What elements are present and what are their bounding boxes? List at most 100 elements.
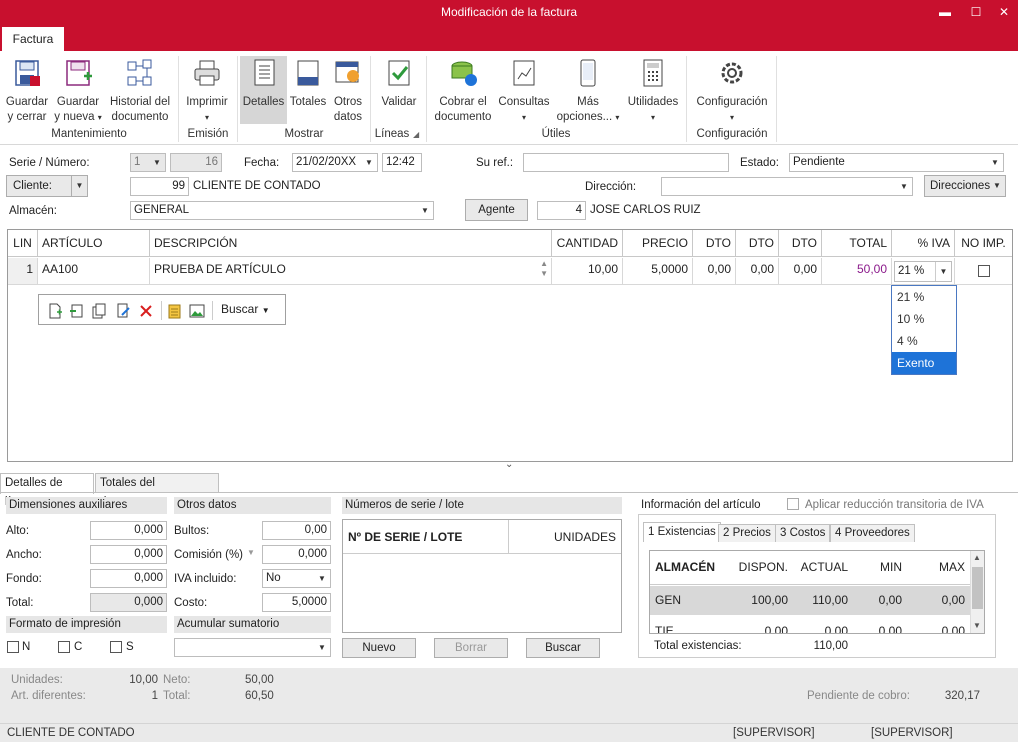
iva-option[interactable]: 4 % xyxy=(892,330,956,352)
accum-select[interactable]: ▼ xyxy=(174,638,331,657)
history-button[interactable]: Historial del documento xyxy=(107,58,173,125)
serials-col-number[interactable]: Nº DE SERIE / LOTE xyxy=(343,520,509,554)
iva-dropdown-list[interactable]: 21 % 10 % 4 % Exento xyxy=(891,285,957,375)
client-code-field[interactable]: 99 xyxy=(130,177,189,196)
notes-icon[interactable] xyxy=(167,303,183,319)
col-qty[interactable]: CANTIDAD xyxy=(552,230,623,257)
serial-new-button[interactable]: Nuevo xyxy=(342,638,416,658)
cell-dto2[interactable]: 0,00 xyxy=(736,258,779,285)
stock-col-current[interactable]: ACTUAL xyxy=(788,560,848,574)
col-no-imp[interactable]: NO IMP. xyxy=(955,230,1012,257)
queries-button[interactable]: Consultas ▾ xyxy=(497,58,551,125)
validate-button[interactable]: Validar xyxy=(377,58,421,110)
search-dropdown[interactable]: Buscar ▼ xyxy=(221,302,270,316)
agent-button[interactable]: Agente xyxy=(465,199,528,221)
col-total[interactable]: TOTAL xyxy=(822,230,892,257)
address-select[interactable]: ▼ xyxy=(661,177,913,196)
cell-dto1[interactable]: 0,00 xyxy=(693,258,736,285)
image-icon[interactable] xyxy=(189,303,205,319)
serial-delete-button[interactable]: Borrar xyxy=(434,638,508,658)
coste-field[interactable]: 5,0000 xyxy=(262,593,331,612)
stock-col-available[interactable]: DISPON. xyxy=(725,560,788,574)
status-select[interactable]: Pendiente ▼ xyxy=(789,153,1004,172)
cell-dto3[interactable]: 0,00 xyxy=(779,258,822,285)
warehouse-select[interactable]: GENERAL ▼ xyxy=(130,201,434,220)
agent-code-field[interactable]: 4 xyxy=(537,201,586,220)
serial-search-button[interactable]: Buscar xyxy=(526,638,600,658)
format-s-checkbox[interactable] xyxy=(110,641,122,653)
cell-qty[interactable]: 10,00 xyxy=(552,258,623,285)
comision-field[interactable]: 0,000 xyxy=(262,545,331,564)
serie-select[interactable]: 1 ▼ xyxy=(130,153,166,172)
more-options-button[interactable]: Más opciones... ▾ xyxy=(554,58,622,125)
duplicate-icon[interactable] xyxy=(91,303,107,319)
new-line-icon[interactable] xyxy=(47,303,63,319)
iva-incl-select[interactable]: No ▼ xyxy=(262,569,331,588)
addresses-button[interactable]: Direcciones ▼ xyxy=(924,175,1006,197)
tab-line-details[interactable]: Detalles de línea xyxy=(0,473,94,508)
tab-prices[interactable]: 2 Precios xyxy=(718,524,776,542)
iva-option-selected[interactable]: Exento xyxy=(892,352,956,374)
other-data-button[interactable]: Otros datos xyxy=(330,58,366,125)
reduction-checkbox[interactable] xyxy=(787,498,799,510)
time-field[interactable]: 12:42 xyxy=(382,153,422,172)
close-button[interactable]: ✕ xyxy=(994,2,1014,22)
totals-button[interactable]: Totales xyxy=(289,58,327,110)
delete-icon[interactable] xyxy=(138,303,154,319)
splitter-chevron-icon[interactable]: ⌄ xyxy=(505,459,513,470)
serials-table[interactable]: Nº DE SERIE / LOTE UNIDADES xyxy=(342,519,622,633)
client-button[interactable]: Cliente: ▼ xyxy=(6,175,88,197)
stock-scroll-thumb[interactable] xyxy=(972,567,983,609)
stock-col-warehouse[interactable]: ALMACÉN xyxy=(655,560,715,574)
col-dto1[interactable]: DTO 1 xyxy=(693,230,736,277)
print-button[interactable]: Imprimir ▾ xyxy=(183,58,231,125)
stock-col-min[interactable]: MIN xyxy=(848,560,902,574)
col-iva[interactable]: % IVA xyxy=(892,230,955,257)
cell-iva[interactable]: 21 % ▼ xyxy=(892,258,955,285)
tab-stock[interactable]: 1 Existencias xyxy=(643,522,721,542)
format-n-checkbox[interactable] xyxy=(7,641,19,653)
tab-costs[interactable]: 3 Costos xyxy=(775,524,831,542)
cell-article[interactable]: AA100 xyxy=(38,258,150,285)
group-expand-icon[interactable]: ◢ xyxy=(413,130,419,139)
chevron-down-icon[interactable]: ▼ xyxy=(247,548,255,557)
stock-col-max[interactable]: MAX xyxy=(902,560,965,574)
date-field[interactable]: 21/02/20XX ▼ xyxy=(292,153,378,172)
scroll-arrows-icon[interactable]: ▲ ▼ xyxy=(540,259,548,279)
ref-field[interactable] xyxy=(523,153,729,172)
format-c-checkbox[interactable] xyxy=(58,641,70,653)
save-close-button[interactable]: Guardar y cerrar xyxy=(4,58,50,125)
no-imp-checkbox[interactable] xyxy=(977,265,990,277)
col-lin[interactable]: LIN xyxy=(8,230,38,257)
col-dto3[interactable]: DTO 3 xyxy=(779,230,822,277)
cell-no-imp[interactable] xyxy=(955,258,1012,285)
col-article[interactable]: ARTÍCULO xyxy=(38,230,150,257)
cell-lin[interactable]: 1 xyxy=(8,258,38,285)
col-description[interactable]: DESCRIPCIÓN xyxy=(150,230,552,257)
tab-doc-totals[interactable]: Totales del documento xyxy=(95,473,219,508)
col-dto2[interactable]: DTO 2 xyxy=(736,230,779,277)
configuration-button[interactable]: Configuración ▾ xyxy=(692,58,772,125)
serials-col-units[interactable]: UNIDADES xyxy=(509,520,621,554)
utilities-button[interactable]: Utilidades ▾ xyxy=(625,58,681,125)
scroll-up-icon[interactable]: ▲ xyxy=(973,553,981,562)
scroll-down-icon[interactable]: ▼ xyxy=(973,621,981,630)
edit-icon[interactable] xyxy=(115,303,131,319)
number-field[interactable]: 16 xyxy=(170,153,222,172)
tab-factura[interactable]: Factura xyxy=(2,27,64,51)
iva-option[interactable]: 21 % xyxy=(892,286,956,308)
ancho-field[interactable]: 0,000 xyxy=(90,545,167,564)
alto-field[interactable]: 0,000 xyxy=(90,521,167,540)
col-price[interactable]: PRECIO xyxy=(623,230,693,257)
minimize-button[interactable]: ▬ xyxy=(935,2,955,22)
tab-suppliers[interactable]: 4 Proveedores xyxy=(830,524,915,542)
details-button[interactable]: Detalles xyxy=(240,56,287,124)
cell-description[interactable]: PRUEBA DE ARTÍCULO ▲ ▼ xyxy=(150,258,552,285)
collect-button[interactable]: Cobrar el documento xyxy=(432,58,494,125)
bultos-field[interactable]: 0,00 xyxy=(262,521,331,540)
insert-line-icon[interactable] xyxy=(69,303,85,319)
stock-table[interactable]: ALMACÉN DISPON. ACTUAL MIN MAX GEN 100,0… xyxy=(649,550,985,634)
fondo-field[interactable]: 0,000 xyxy=(90,569,167,588)
maximize-button[interactable]: ☐ xyxy=(966,2,986,22)
cell-price[interactable]: 5,0000 xyxy=(623,258,693,285)
